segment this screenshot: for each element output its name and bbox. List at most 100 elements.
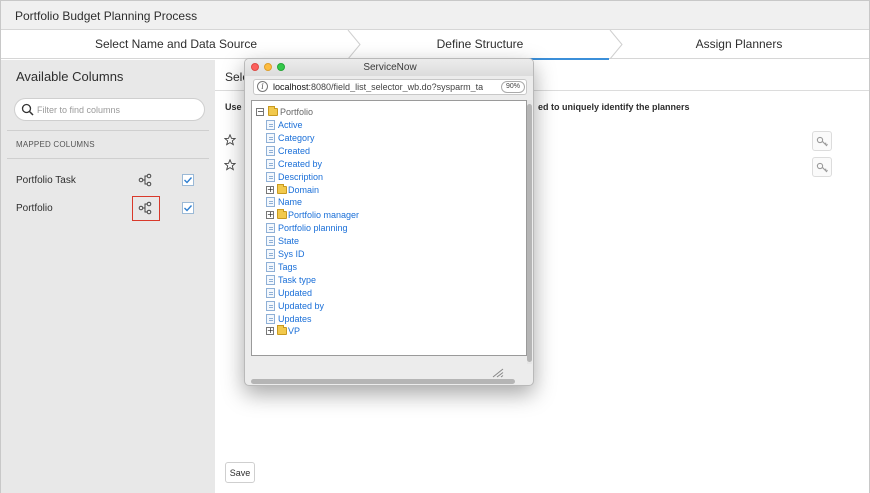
field-icon [266,313,275,324]
minimize-window-button[interactable] [264,63,272,71]
tree-field-item[interactable]: Sys ID [266,248,466,260]
available-columns-title: Available Columns [16,69,124,84]
key-button[interactable] [812,131,832,151]
key-button[interactable] [812,157,832,177]
hierarchy-icon[interactable] [138,173,152,187]
folder-icon [277,325,287,336]
field-tree: − Portfolio Active Category Created Created… [251,100,527,356]
field-icon [266,249,275,259]
tree-field-item[interactable]: Category [266,132,466,144]
tree-item-label: Tags [278,261,298,272]
available-columns-panel: Available Columns MAPPED COLUMNS Portfol… [1,60,215,493]
field-icon [266,171,275,182]
expand-icon[interactable]: + [266,185,274,194]
url-host: localhost [273,82,309,92]
mapped-columns-label: MAPPED COLUMNS [16,140,95,149]
column-search[interactable] [14,98,205,121]
tree-item-label: Domain [288,184,320,195]
zoom-window-button[interactable] [277,63,285,71]
search-input[interactable] [37,102,197,118]
divider [7,130,209,131]
field-icon [266,274,275,285]
info-icon[interactable]: i [257,81,268,92]
key-icon [816,136,828,147]
step-assign-planners[interactable]: Assign Planners [609,30,869,59]
tree-field-item[interactable]: Name [266,196,466,208]
tree-field-item[interactable]: Portfolio planning [266,222,466,234]
tree-field-item[interactable]: Updated by [266,300,466,312]
step-define-structure[interactable]: Define Structure [351,30,609,60]
key-icon [816,162,828,173]
save-button[interactable]: Save [225,462,255,483]
tree-root-label: Portfolio [280,107,314,117]
collapse-icon[interactable]: − [256,108,264,116]
folder-icon [268,106,278,116]
checkmark-icon [184,205,193,212]
star-icon[interactable] [224,159,236,171]
field-icon [266,197,275,208]
divider [7,158,209,159]
tree-item-label: Updated [278,287,313,298]
tree-field-item[interactable]: Updated [266,287,466,299]
mapped-column-label: Portfolio [16,203,53,214]
page-title: Portfolio Budget Planning Process [15,9,198,23]
tree-folder-item[interactable]: + Domain [266,183,466,196]
popup-title: ServiceNow [245,59,533,76]
tree-item-label: Task type [278,274,317,285]
close-window-button[interactable] [251,63,259,71]
tree-item-label: Created by [278,158,323,169]
instruction-text-end: ed to uniquely identify the planners [538,102,690,112]
vertical-scrollbar[interactable] [527,100,532,364]
tree-root[interactable]: − Portfolio [256,106,376,118]
highlight-box [132,196,160,221]
tree-item-label: Description [278,171,324,182]
field-icon [266,158,275,169]
tree-folder-item[interactable]: + VP [266,325,466,337]
step-select-name[interactable]: Select Name and Data Source [1,30,351,59]
field-icon [266,223,275,234]
field-icon [266,300,275,311]
mapped-column-label: Portfolio Task [16,175,76,186]
tree-folder-item[interactable]: + Portfolio manager [266,209,466,221]
field-icon [266,236,275,247]
mapped-column-row: Portfolio [16,199,206,219]
mapped-column-checkbox[interactable] [182,174,194,186]
tree-item-label: Updates [278,313,312,324]
url-text: localhost:8080/field_list_selector_wb.do… [273,82,483,92]
tree-item-label: Sys ID [278,249,305,259]
tree-field-item[interactable]: State [266,235,466,247]
tree-field-item[interactable]: Created [266,145,466,157]
address-bar[interactable]: i localhost:8080/field_list_selector_wb.… [253,79,527,95]
tree-field-item[interactable]: Tags [266,261,466,273]
tree-item-label: Name [278,197,303,208]
tree-item-label: Portfolio manager [288,210,360,221]
tree-field-item[interactable]: Created by [266,158,466,170]
folder-icon [277,183,287,194]
tree-item-label: Updated by [278,300,325,311]
field-icon [266,132,275,143]
tree-field-item[interactable]: Task type [266,274,466,286]
field-icon [266,287,275,298]
checkmark-icon [184,177,193,184]
search-icon [21,103,34,116]
zoom-level-badge[interactable]: 90% [501,81,525,93]
tree-field-item[interactable]: Updates [266,313,466,325]
resize-grip-icon[interactable] [492,368,504,378]
tree-field-item[interactable]: Active [266,119,466,131]
tree-item-label: Portfolio planning [278,223,348,234]
scrollbar-thumb[interactable] [527,104,532,362]
expand-icon[interactable]: + [266,211,274,220]
field-icon [266,145,275,156]
mapped-column-checkbox[interactable] [182,202,194,214]
wizard-steps: Select Name and Data Source Define Struc… [1,30,869,60]
field-icon [266,120,275,130]
expand-icon[interactable]: + [266,327,274,336]
tree-item-label: Active [278,120,303,130]
field-icon [266,261,275,272]
tree-item-label: Category [278,132,315,143]
tree-field-item[interactable]: Description [266,171,466,183]
mapped-column-row: Portfolio Task [16,171,206,191]
folder-icon [277,209,287,220]
star-icon[interactable] [224,134,236,146]
horizontal-scrollbar[interactable] [251,379,515,384]
